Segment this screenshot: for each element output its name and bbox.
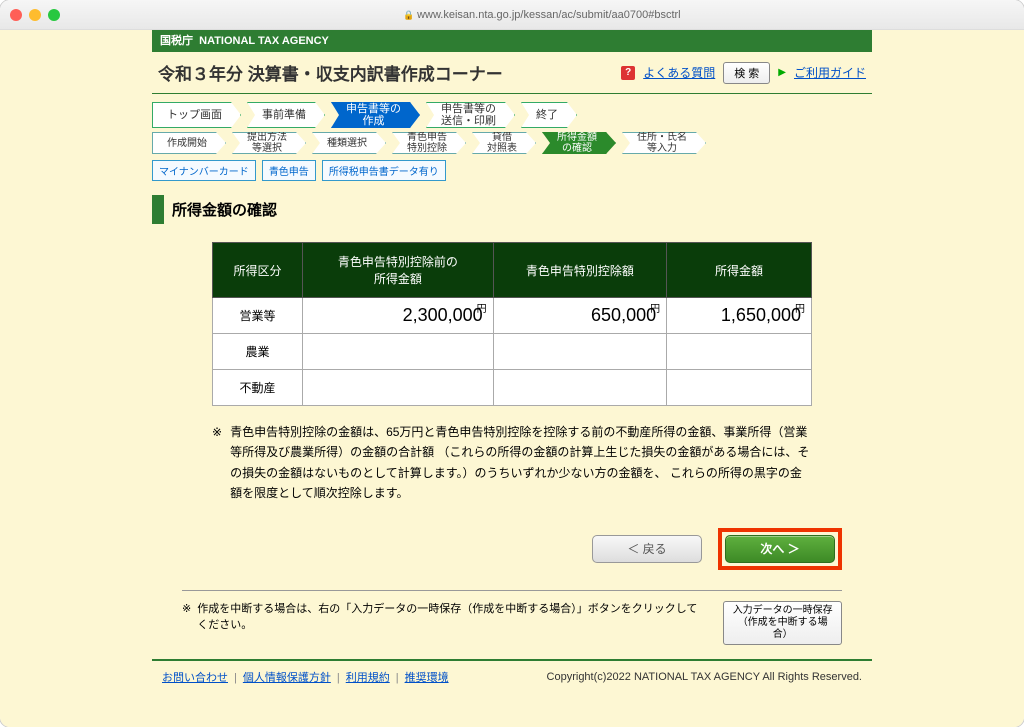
next-button-highlight: 次へ ＞ bbox=[718, 528, 842, 570]
footer-link-1[interactable]: 個人情報保護方針 bbox=[243, 672, 331, 684]
search-button[interactable]: 検 索 bbox=[723, 62, 770, 84]
maximize-icon[interactable] bbox=[48, 9, 60, 21]
question-icon: ? bbox=[621, 66, 635, 80]
tag-2: 所得税申告書データ有り bbox=[322, 160, 446, 181]
address-bar: www.keisan.nta.go.jp/kessan/ac/submit/aa… bbox=[70, 9, 1014, 21]
col-header-3: 所得金額 bbox=[667, 243, 812, 298]
col-header-2: 青色申告特別控除額 bbox=[493, 243, 666, 298]
tag-1: 青色申告 bbox=[262, 160, 316, 181]
window-titlebar: www.keisan.nta.go.jp/kessan/ac/submit/aa… bbox=[0, 0, 1024, 30]
step-main-3[interactable]: 申告書等の 送信・印刷 bbox=[426, 102, 515, 128]
row-label: 営業等 bbox=[213, 298, 303, 334]
copyright: Copyright(c)2022 NATIONAL TAX AGENCY All… bbox=[547, 671, 862, 683]
cell-income bbox=[667, 370, 812, 406]
table-row: 営業等円2,300,000円650,000円1,650,000 bbox=[213, 298, 812, 334]
cell-before bbox=[303, 370, 494, 406]
agency-jp: 国税庁 bbox=[160, 35, 193, 47]
back-button[interactable]: ＜ 戻る bbox=[592, 535, 702, 563]
divider bbox=[182, 590, 842, 591]
section-heading: 所得金額の確認 bbox=[152, 195, 872, 224]
income-table: 所得区分青色申告特別控除前の 所得金額青色申告特別控除額所得金額 営業等円2,3… bbox=[212, 242, 812, 406]
table-row: 不動産 bbox=[213, 370, 812, 406]
col-header-1: 青色申告特別控除前の 所得金額 bbox=[303, 243, 494, 298]
usage-guide-link[interactable]: ご利用ガイド bbox=[794, 64, 866, 81]
step-main-0[interactable]: トップ画面 bbox=[152, 102, 241, 128]
footer-link-3[interactable]: 推奨環境 bbox=[405, 672, 449, 684]
faq-link[interactable]: よくある質問 bbox=[643, 64, 715, 81]
agency-bar: 国税庁 NATIONAL TAX AGENCY bbox=[152, 30, 872, 50]
close-icon[interactable] bbox=[10, 9, 22, 21]
cell-deduction: 円650,000 bbox=[493, 298, 666, 334]
save-interrupt-button[interactable]: 入力データの一時保存 （作成を中断する場合） bbox=[723, 601, 842, 645]
interrupt-note: ※ 作成を中断する場合は、右の「入力データの一時保存（作成を中断する場合）」ボタ… bbox=[182, 601, 703, 634]
page-title: 令和３年分 決算書・収支内訳書作成コーナー bbox=[158, 60, 503, 85]
cell-before bbox=[303, 334, 494, 370]
arrow-icon: ▶ bbox=[778, 67, 786, 78]
step-sub-1[interactable]: 提出方法 等選択 bbox=[232, 132, 306, 154]
footer-link-2[interactable]: 利用規約 bbox=[346, 672, 390, 684]
step-main-4[interactable]: 終了 bbox=[521, 102, 577, 128]
row-label: 農業 bbox=[213, 334, 303, 370]
cell-income: 円1,650,000 bbox=[667, 298, 812, 334]
minimize-icon[interactable] bbox=[29, 9, 41, 21]
step-sub-5[interactable]: 所得金額 の確認 bbox=[542, 132, 616, 154]
step-main-2[interactable]: 申告書等の 作成 bbox=[331, 102, 420, 128]
cell-income bbox=[667, 334, 812, 370]
step-sub-0[interactable]: 作成開始 bbox=[152, 132, 226, 154]
cell-deduction bbox=[493, 334, 666, 370]
step-main-1[interactable]: 事前準備 bbox=[247, 102, 325, 128]
note-text: ※ 青色申告特別控除の金額は、65万円と青色申告特別控除を控除する前の不動産所得… bbox=[212, 422, 812, 504]
col-header-0: 所得区分 bbox=[213, 243, 303, 298]
cell-deduction bbox=[493, 370, 666, 406]
table-row: 農業 bbox=[213, 334, 812, 370]
tag-0: マイナンバーカード bbox=[152, 160, 256, 181]
step-sub-4[interactable]: 貸借 対照表 bbox=[472, 132, 536, 154]
step-sub-3[interactable]: 青色申告 特別控除 bbox=[392, 132, 466, 154]
step-sub-2[interactable]: 種類選択 bbox=[312, 132, 386, 154]
step-sub-6[interactable]: 住所・氏名 等入力 bbox=[622, 132, 706, 154]
agency-en: NATIONAL TAX AGENCY bbox=[199, 35, 329, 47]
cell-before: 円2,300,000 bbox=[303, 298, 494, 334]
row-label: 不動産 bbox=[213, 370, 303, 406]
footer-link-0[interactable]: お問い合わせ bbox=[162, 672, 228, 684]
next-button[interactable]: 次へ ＞ bbox=[725, 535, 835, 563]
